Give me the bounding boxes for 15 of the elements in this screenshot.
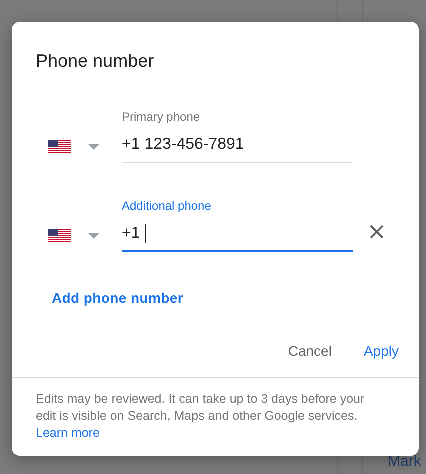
field-label: Primary phone [122, 109, 202, 126]
flag-icon[interactable] [48, 229, 71, 243]
dialog-title: Phone number [36, 50, 156, 73]
learn-more-link[interactable]: Learn more [36, 426, 100, 440]
field-label: Additional phone [122, 198, 212, 215]
cancel-button[interactable]: Cancel [288, 341, 332, 362]
add-phone-link[interactable]: Add phone number [52, 288, 184, 309]
footer-note: Edits may be reviewed. It can take up to 3 days before your edit is visible on Search, Maps and other Google services. Learn more [12, 377, 419, 442]
dropdown-caret-icon[interactable] [88, 144, 100, 150]
phone-field[interactable]: +1 [122, 222, 353, 252]
text-cursor [144, 224, 146, 243]
apply-button[interactable]: Apply [364, 341, 399, 362]
phone-field[interactable]: +1 123-456-7891 [122, 133, 353, 163]
dropdown-caret-icon[interactable] [88, 233, 100, 239]
flag-icon[interactable] [48, 140, 71, 154]
